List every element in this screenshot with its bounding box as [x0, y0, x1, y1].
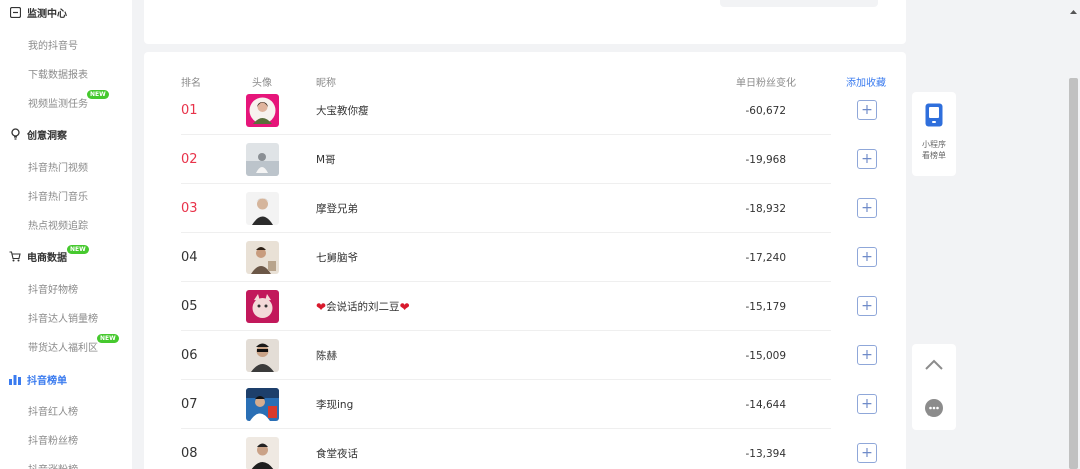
sidebar-section-label: 创意洞察 [27, 130, 67, 142]
chat-icon[interactable] [924, 398, 944, 422]
table-row[interactable]: 05 ❤ 会说话的刘二豆 ❤ -15,179 + [181, 282, 877, 331]
sidebar-item-fans-rank[interactable]: 抖音粉丝榜 [28, 431, 78, 447]
add-favorite-button[interactable]: + [857, 443, 877, 463]
page: 监测中心 我的抖音号 下载数据报表 视频监测任务 NEW 创意洞察 抖音热门视频… [0, 0, 1080, 469]
nickname[interactable]: 七舅脑爷 [316, 233, 358, 282]
avatar [246, 339, 279, 372]
nickname[interactable]: 食堂夜话 [316, 429, 358, 469]
search-input[interactable] [720, 0, 878, 7]
avatar [246, 241, 279, 274]
avatar [246, 290, 279, 323]
bar-chart-icon [9, 373, 21, 385]
rank-number: 01 [181, 103, 198, 118]
table-row[interactable]: 02 M哥 -19,968 + [181, 135, 877, 184]
fans-change: -60,672 [745, 104, 786, 117]
sidebar-item-goods-rank[interactable]: 抖音好物榜 [28, 280, 78, 296]
nickname[interactable]: 陈赫 [316, 331, 337, 380]
phone-icon [912, 103, 956, 127]
header-add-favorite[interactable]: 添加收藏 [846, 74, 886, 89]
nickname-text: 会说话的刘二豆 [326, 301, 400, 313]
sidebar-section-insight[interactable]: 创意洞察 [9, 125, 67, 143]
rank-number: 08 [181, 446, 198, 461]
lightbulb-icon [9, 128, 21, 140]
cart-icon [9, 250, 21, 262]
heart-icon: ❤ [316, 299, 327, 314]
avatar [246, 437, 279, 469]
table-row[interactable]: 04 七舅脑爷 -17,240 + [181, 233, 877, 282]
add-favorite-button[interactable]: + [857, 345, 877, 365]
sidebar: 监测中心 我的抖音号 下载数据报表 视频监测任务 NEW 创意洞察 抖音热门视频… [0, 0, 132, 469]
sidebar-item-video-monitor[interactable]: 视频监测任务 [28, 94, 88, 110]
fans-change: -14,644 [745, 398, 786, 411]
sidebar-section-ecommerce[interactable]: 电商数据 [9, 247, 67, 265]
avatar [246, 94, 279, 127]
nickname[interactable]: M哥 [316, 135, 336, 184]
sidebar-section-rankings[interactable]: 抖音榜单 [9, 370, 67, 388]
fans-change: -19,968 [745, 153, 786, 166]
back-to-top-icon[interactable] [924, 356, 944, 375]
sidebar-item-sales-rank[interactable]: 抖音达人销量榜 [28, 309, 98, 325]
avatar [246, 192, 279, 225]
nickname[interactable]: 李现ing [316, 380, 353, 429]
new-badge: NEW [67, 245, 89, 254]
sidebar-item-hot-videos[interactable]: 抖音热门视频 [28, 158, 88, 174]
avatar [246, 388, 279, 421]
fans-change: -13,394 [745, 447, 786, 460]
miniprogram-widget[interactable]: 小程序 看榜单 [912, 92, 956, 176]
sidebar-section-label: 电商数据 [27, 252, 67, 264]
table-row[interactable]: 01 大宝教你瘦 -60,672 + [181, 86, 877, 135]
scrollbar-thumb[interactable] [1069, 78, 1078, 469]
heart-icon: ❤ [399, 299, 410, 314]
miniprogram-label-2: 看榜单 [922, 151, 946, 160]
top-card [144, 0, 906, 44]
sidebar-section-monitor[interactable]: 监测中心 [9, 3, 67, 21]
rank-number: 07 [181, 397, 198, 412]
rank-number: 06 [181, 348, 198, 363]
new-badge: NEW [87, 90, 109, 99]
fans-change: -15,009 [745, 349, 786, 362]
sidebar-section-label: 抖音榜单 [27, 375, 67, 387]
add-favorite-button[interactable]: + [857, 149, 877, 169]
sidebar-item-my-account[interactable]: 我的抖音号 [28, 36, 78, 52]
add-favorite-button[interactable]: + [857, 198, 877, 218]
ranking-table: 排名 头像 昵称 单日粉丝变化 添加收藏 01 大宝教你瘦 -60,672 + … [144, 52, 906, 469]
add-favorite-button[interactable]: + [857, 296, 877, 316]
sidebar-section-label: 监测中心 [27, 8, 67, 20]
rank-number: 02 [181, 152, 198, 167]
rank-number: 03 [181, 201, 198, 216]
nickname[interactable]: ❤ 会说话的刘二豆 ❤ [316, 282, 410, 331]
new-badge: NEW [97, 334, 119, 343]
add-favorite-button[interactable]: + [857, 394, 877, 414]
table-row[interactable]: 03 摩登兄弟 -18,932 + [181, 184, 877, 233]
table-row[interactable]: 06 陈赫 -15,009 + [181, 331, 877, 380]
add-favorite-button[interactable]: + [857, 100, 877, 120]
miniprogram-label-1: 小程序 [922, 140, 946, 149]
nickname[interactable]: 摩登兄弟 [316, 184, 358, 233]
sidebar-item-trending-track[interactable]: 热点视频追踪 [28, 216, 88, 232]
nickname[interactable]: 大宝教你瘦 [316, 86, 369, 135]
fans-change: -15,179 [745, 300, 786, 313]
rank-number: 04 [181, 250, 198, 265]
sidebar-item-growth-rank[interactable]: 抖音涨粉榜 [28, 460, 78, 469]
sidebar-item-welfare-zone[interactable]: 带货达人福利区 [28, 338, 98, 354]
sidebar-item-download-report[interactable]: 下载数据报表 [28, 65, 88, 81]
rank-number: 05 [181, 299, 198, 314]
monitor-icon [9, 6, 21, 18]
tools-widget [912, 344, 956, 430]
table-row[interactable]: 07 李现ing -14,644 + [181, 380, 877, 429]
avatar [246, 143, 279, 176]
fans-change: -17,240 [745, 251, 786, 264]
table-row[interactable]: 08 食堂夜话 -13,394 + [181, 429, 877, 469]
sidebar-item-influencer-rank[interactable]: 抖音红人榜 [28, 402, 78, 418]
sidebar-item-hot-music[interactable]: 抖音热门音乐 [28, 187, 88, 203]
add-favorite-button[interactable]: + [857, 247, 877, 267]
fans-change: -18,932 [745, 202, 786, 215]
scroll-up-arrow-icon[interactable] [1069, 0, 1078, 14]
